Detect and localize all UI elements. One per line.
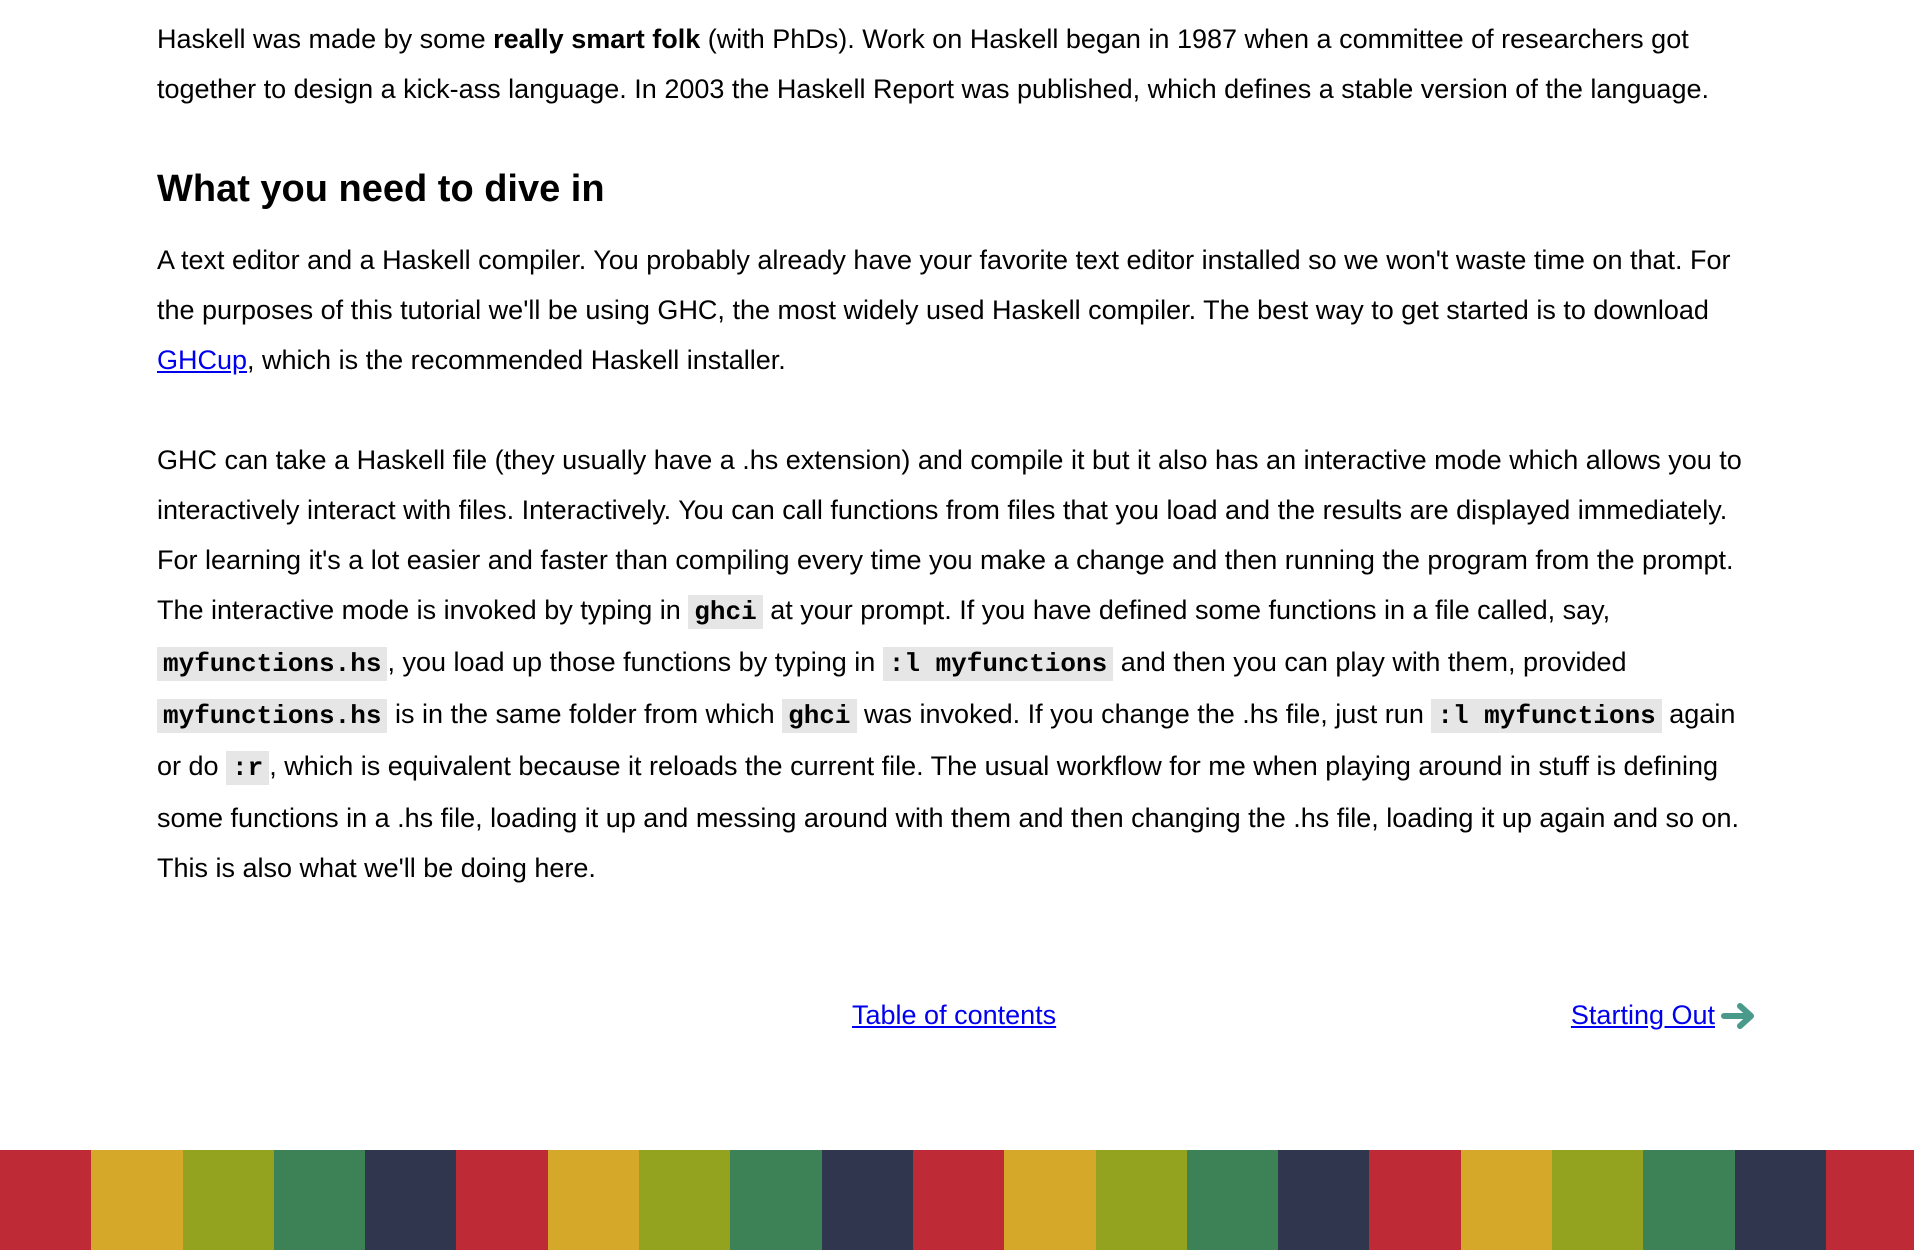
stripe-block (0, 1150, 92, 1250)
stripe-block (1643, 1150, 1735, 1250)
stripe-block (456, 1150, 548, 1250)
ghci-paragraph: GHC can take a Haskell file (they usuall… (157, 435, 1757, 893)
ghci-text-4: and then you can play with them, provide… (1113, 647, 1627, 677)
ghci-text-8: , which is equivalent because it reloads… (157, 751, 1740, 883)
intro-text-start: Haskell was made by some (157, 24, 494, 54)
code-ghci: ghci (782, 699, 857, 733)
stripe-block (1825, 1150, 1914, 1250)
intro-paragraph: Haskell was made by some really smart fo… (157, 14, 1757, 114)
code-load-myfunctions: :l myfunctions (882, 647, 1114, 681)
stripe-block (639, 1150, 731, 1250)
intro-bold-text: really smart folk (493, 24, 701, 54)
ghci-text-5: is in the same folder from which (387, 699, 783, 729)
ghci-text-6: was invoked. If you change the .hs file,… (856, 699, 1432, 729)
stripe-block (1369, 1150, 1461, 1250)
stripe-block (365, 1150, 457, 1250)
next-chapter-link[interactable]: Starting Out (1571, 1000, 1715, 1031)
article-content: Haskell was made by some really smart fo… (157, 14, 1757, 893)
ghci-text-2: at your prompt. If you have defined some… (762, 595, 1611, 625)
editor-text-start: A text editor and a Haskell compiler. Yo… (157, 245, 1731, 325)
color-stripe-footer (0, 1150, 1914, 1250)
next-chapter: Starting Out (1571, 1000, 1757, 1031)
ghci-text-3: , you load up those functions by typing … (387, 647, 883, 677)
stripe-block (1095, 1150, 1187, 1250)
editor-paragraph: A text editor and a Haskell compiler. Yo… (157, 235, 1757, 385)
code-myfunctions-hs: myfunctions.hs (157, 647, 388, 681)
stripe-block (91, 1150, 183, 1250)
code-ghci: ghci (688, 595, 763, 629)
stripe-block (730, 1150, 822, 1250)
table-of-contents-link[interactable]: Table of contents (852, 1000, 1056, 1031)
code-reload: :r (226, 751, 270, 785)
ghcup-link[interactable]: GHCup (157, 345, 247, 375)
stripe-block (821, 1150, 913, 1250)
arrow-right-icon[interactable] (1721, 1001, 1757, 1031)
stripe-block (547, 1150, 640, 1250)
chapter-navigation: Table of contents Starting Out (157, 1000, 1757, 1050)
stripe-block (273, 1150, 366, 1250)
stripe-block (1460, 1150, 1553, 1250)
code-load-myfunctions: :l myfunctions (1431, 699, 1662, 733)
stripe-block (1186, 1150, 1279, 1250)
stripe-block (1004, 1150, 1096, 1250)
section-heading: What you need to dive in (157, 168, 605, 210)
stripe-block (1278, 1150, 1370, 1250)
stripe-block (182, 1150, 274, 1250)
stripe-block (912, 1150, 1005, 1250)
stripe-block (1734, 1150, 1826, 1250)
code-myfunctions-hs: myfunctions.hs (157, 699, 388, 733)
editor-text-end: , which is the recommended Haskell insta… (247, 345, 786, 375)
stripe-block (1552, 1150, 1644, 1250)
